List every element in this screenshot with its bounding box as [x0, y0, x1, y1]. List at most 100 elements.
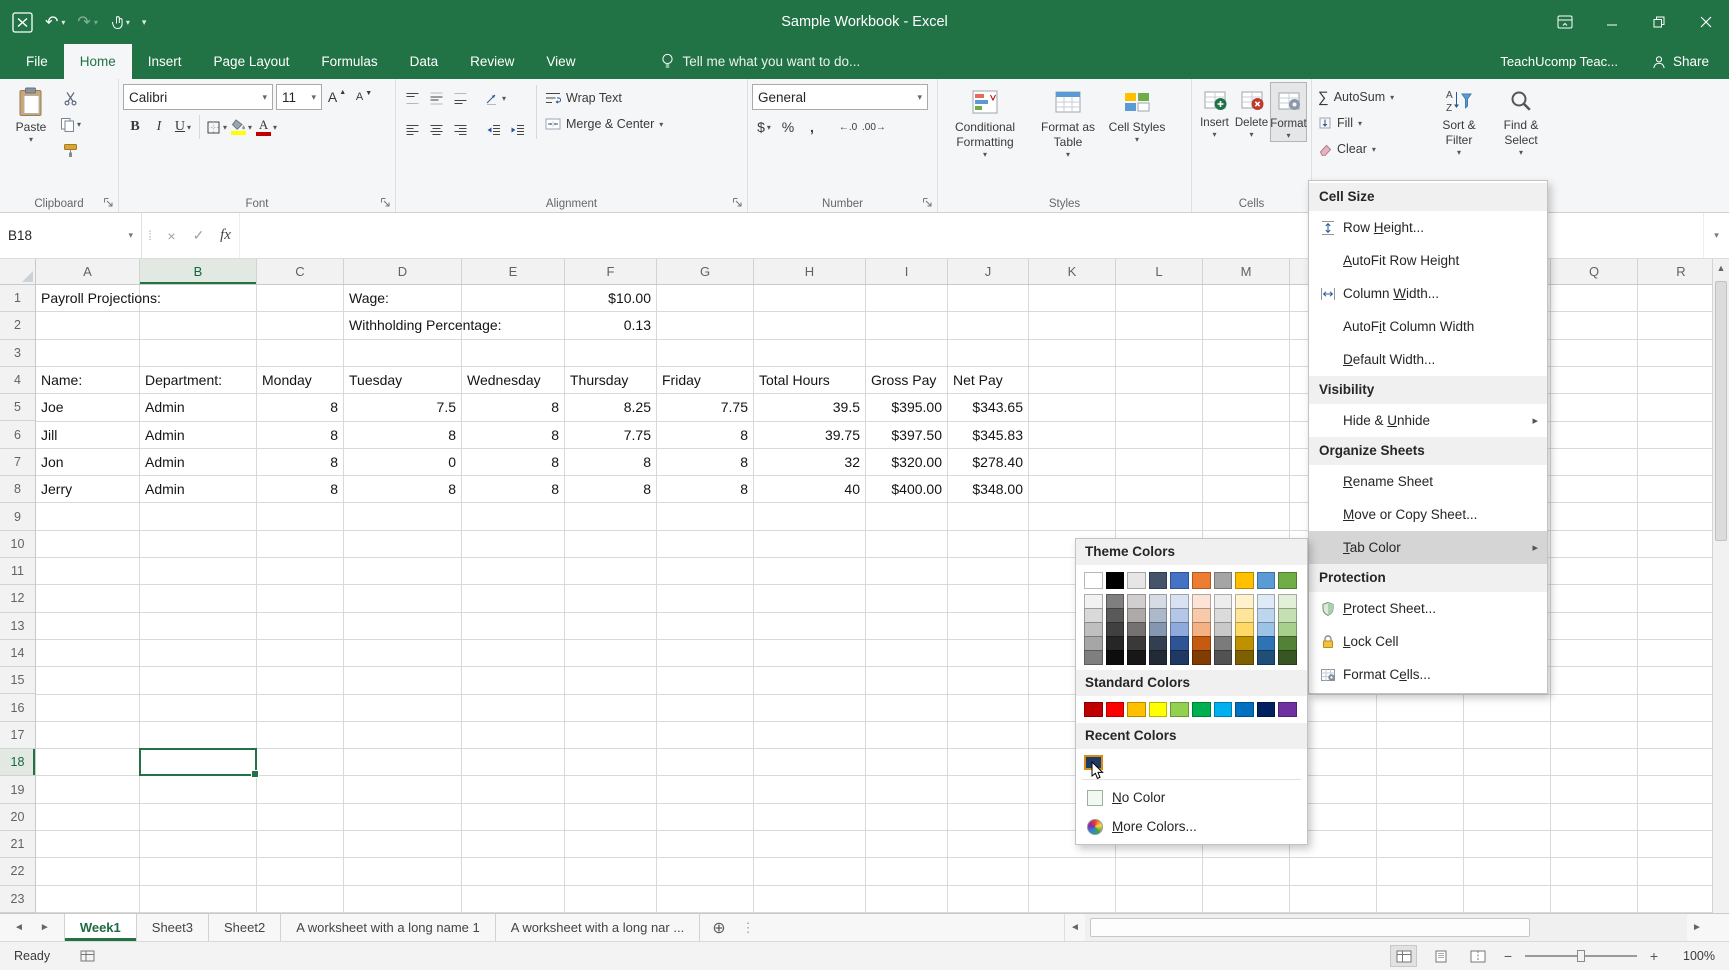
cell-E8[interactable]: 8 [464, 476, 559, 503]
row-header-20[interactable]: 20 [0, 804, 35, 831]
fill-color-button[interactable]: ▾ [229, 114, 254, 140]
bottom-align-button[interactable] [448, 85, 472, 111]
column-header-d[interactable]: D [344, 259, 462, 284]
font-color-button[interactable]: A ▾ [254, 114, 279, 140]
cell-C5[interactable]: 8 [259, 394, 338, 421]
menu-item-move-or-copy-sheet[interactable]: Move or Copy Sheet... [1309, 498, 1547, 531]
theme-color-swatch[interactable] [1084, 636, 1103, 651]
column-header-l[interactable]: L [1116, 259, 1203, 284]
theme-color-swatch[interactable] [1278, 594, 1297, 609]
copy-button[interactable]: ▾ [58, 111, 83, 137]
theme-color-swatch[interactable] [1148, 650, 1168, 665]
menu-item-row-height[interactable]: Row Height... [1309, 211, 1547, 244]
theme-color-swatch[interactable] [1191, 636, 1211, 651]
font-name-combo[interactable]: Calibri ▾ [123, 84, 273, 110]
cell-J7[interactable]: $278.40 [950, 449, 1023, 476]
theme-color-swatch[interactable] [1235, 650, 1254, 665]
cell-I5[interactable]: $395.00 [868, 394, 942, 421]
sheet-nav-right-icon[interactable]: ► [40, 922, 50, 933]
number-dialog-launcher[interactable] [922, 197, 933, 208]
customize-qat-icon[interactable]: ▾ [142, 17, 147, 28]
cell-D4[interactable]: Tuesday [349, 367, 402, 394]
align-center-button[interactable] [424, 117, 448, 143]
sort-filter-button[interactable]: AZ Sort & Filter ▾ [1428, 82, 1490, 162]
row-header-22[interactable]: 22 [0, 858, 35, 886]
standard-color-swatch[interactable] [1084, 702, 1103, 717]
no-color-item[interactable]: No Color [1076, 783, 1307, 812]
theme-color-swatch[interactable] [1256, 650, 1276, 665]
menu-item-lock-cell[interactable]: Lock Cell [1309, 625, 1547, 658]
row-header-7[interactable]: 7 [0, 449, 35, 477]
row-header-11[interactable]: 11 [0, 558, 35, 586]
cell-G5[interactable]: 7.75 [659, 394, 748, 421]
sheet-tab-week1[interactable]: Week1 [63, 914, 137, 941]
menu-item-format-cells[interactable]: Format Cells... [1309, 658, 1547, 691]
increase-decimal-button[interactable]: ←.0 [836, 114, 860, 140]
undo-button[interactable]: ↶ ▾ [45, 12, 65, 32]
redo-button[interactable]: ↷ ▾ [77, 12, 97, 32]
theme-color-swatch[interactable] [1235, 636, 1254, 651]
cell-I8[interactable]: $400.00 [868, 476, 942, 503]
cell-D8[interactable]: 8 [346, 476, 456, 503]
cell-F7[interactable]: 8 [567, 449, 651, 476]
accounting-format-button[interactable]: $ ▾ [752, 114, 776, 140]
theme-color-swatch[interactable] [1256, 572, 1276, 589]
cell-B5[interactable]: Admin [145, 394, 185, 421]
row-header-8[interactable]: 8 [0, 476, 35, 504]
cell-A6[interactable]: Jill [41, 422, 57, 449]
theme-color-swatch[interactable] [1105, 608, 1125, 623]
menu-item-protect-sheet[interactable]: Protect Sheet... [1309, 592, 1547, 625]
cell-A1[interactable]: Payroll Projections: [41, 285, 161, 312]
cell-C8[interactable]: 8 [259, 476, 338, 503]
row-header-6[interactable]: 6 [0, 422, 35, 449]
theme-color-swatch[interactable] [1084, 622, 1103, 637]
decrease-indent-button[interactable] [482, 117, 506, 143]
row-header-16[interactable]: 16 [0, 695, 35, 722]
theme-color-swatch[interactable] [1278, 572, 1297, 589]
close-button[interactable] [1682, 0, 1729, 44]
theme-color-swatch[interactable] [1191, 650, 1211, 665]
cell-I7[interactable]: $320.00 [868, 449, 942, 476]
standard-color-swatch[interactable] [1105, 702, 1125, 717]
standard-color-swatch[interactable] [1256, 702, 1276, 717]
scroll-right-icon[interactable]: ► [1687, 922, 1707, 933]
cell-A8[interactable]: Jerry [41, 476, 72, 503]
column-header-m[interactable]: M [1203, 259, 1290, 284]
row-header-3[interactable]: 3 [0, 340, 35, 367]
menu-item-hide-unhide[interactable]: Hide & Unhide ▸ [1309, 404, 1547, 437]
menu-item-autofit-column-width[interactable]: AutoFit Column Width [1309, 310, 1547, 343]
standard-color-swatch[interactable] [1235, 702, 1254, 717]
cell-B8[interactable]: Admin [145, 476, 185, 503]
theme-color-swatch[interactable] [1170, 650, 1189, 665]
standard-color-swatch[interactable] [1127, 702, 1146, 717]
theme-color-swatch[interactable] [1127, 572, 1146, 589]
fill-button[interactable]: Fill ▾ [1316, 110, 1364, 136]
decrease-decimal-button[interactable]: .00→ [860, 114, 888, 140]
theme-color-swatch[interactable] [1148, 636, 1168, 651]
increase-font-size-button[interactable]: A ▲ [325, 84, 349, 110]
ribbon-tab-data[interactable]: Data [394, 44, 455, 79]
cell-D7[interactable]: 0 [346, 449, 456, 476]
format-painter-button[interactable] [58, 137, 83, 163]
theme-color-swatch[interactable] [1191, 594, 1211, 609]
standard-color-swatch[interactable] [1278, 702, 1297, 717]
theme-color-swatch[interactable] [1084, 608, 1103, 623]
theme-color-swatch[interactable] [1235, 572, 1254, 589]
theme-color-swatch[interactable] [1170, 636, 1189, 651]
theme-color-swatch[interactable] [1148, 608, 1168, 623]
cell-D1[interactable]: Wage: [349, 285, 389, 312]
horizontal-scrollbar[interactable]: ◄ ► [1064, 914, 1707, 941]
increase-indent-button[interactable] [506, 117, 530, 143]
cell-H4[interactable]: Total Hours [759, 367, 830, 394]
row-header-19[interactable]: 19 [0, 776, 35, 804]
cell-E7[interactable]: 8 [464, 449, 559, 476]
theme-color-swatch[interactable] [1278, 650, 1297, 665]
menu-item-autofit-row-height[interactable]: AutoFit Row Height [1309, 244, 1547, 277]
menu-item-rename-sheet[interactable]: Rename Sheet [1309, 465, 1547, 498]
theme-color-swatch[interactable] [1127, 650, 1146, 665]
cell-J4[interactable]: Net Pay [953, 367, 1003, 394]
row-header-23[interactable]: 23 [0, 886, 35, 913]
ribbon-tab-formulas[interactable]: Formulas [305, 44, 393, 79]
more-colors-item[interactable]: More Colors... [1076, 812, 1307, 841]
theme-color-swatch[interactable] [1191, 608, 1211, 623]
